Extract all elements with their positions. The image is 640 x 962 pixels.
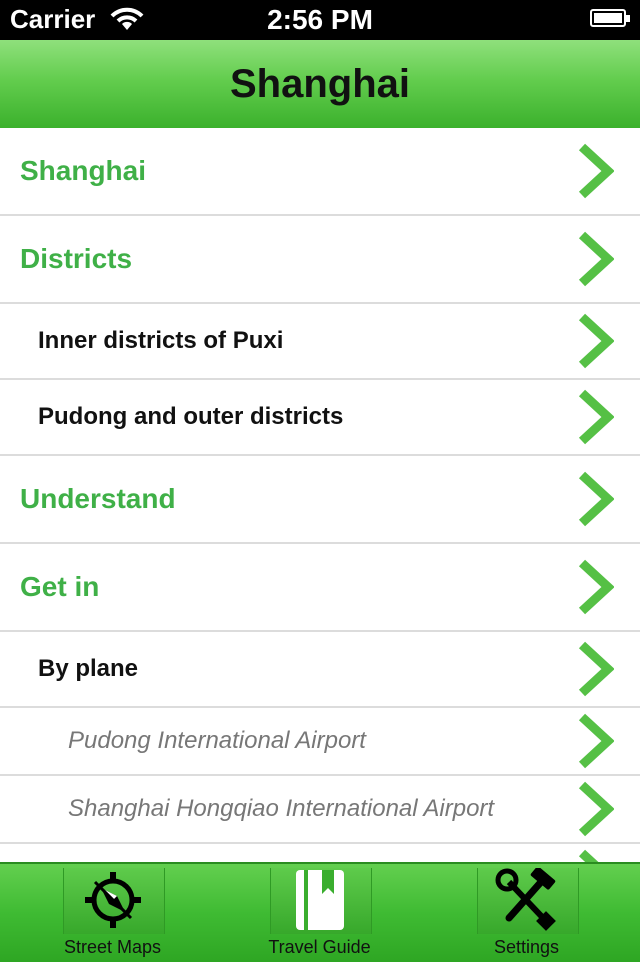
page-title: Shanghai — [229, 62, 411, 106]
chevron-right-icon — [578, 313, 614, 369]
tab-settings[interactable]: Settings — [420, 864, 633, 962]
list-item[interactable]: Understand — [0, 456, 640, 544]
list-item-label: Districts — [20, 243, 133, 274]
list-item-label: Shanghai Hongqiao International Airport — [68, 795, 495, 822]
book-icon — [295, 870, 344, 930]
chevron-right-icon — [578, 849, 600, 863]
list-item-label: Shanghai — [20, 155, 147, 186]
chevron-right-icon — [578, 641, 614, 697]
tab-bar: Street Maps Travel Guide Settings — [0, 862, 640, 962]
chevron-right-icon — [578, 143, 614, 199]
battery-icon — [590, 9, 632, 29]
chevron-right-icon — [578, 471, 614, 527]
list-item[interactable]: Shanghai Hongqiao International Airport — [0, 776, 640, 844]
list-item[interactable] — [0, 844, 640, 863]
chevron-right-icon — [578, 781, 614, 837]
list-item-label: Get in — [20, 571, 100, 602]
list-item-label: Understand — [20, 483, 176, 514]
tools-icon — [495, 868, 556, 931]
navigation-bar: Shanghai — [0, 40, 640, 129]
list-item[interactable]: Pudong International Airport — [0, 708, 640, 776]
list-item-label: By plane — [38, 655, 139, 682]
compass-icon — [84, 872, 141, 928]
list-item[interactable]: Get in — [0, 544, 640, 632]
tab-label: Settings — [493, 937, 560, 957]
chevron-right-icon — [578, 713, 614, 769]
list-item[interactable]: Shanghai — [0, 128, 640, 216]
chevron-right-icon — [578, 231, 614, 287]
tab-travel-guide[interactable]: Travel Guide — [213, 864, 426, 962]
list-item[interactable]: Pudong and outer districts — [0, 380, 640, 456]
list-item[interactable]: Districts — [0, 216, 640, 304]
list-item[interactable]: Inner districts of Puxi — [0, 304, 640, 380]
tab-street-maps[interactable]: Street Maps — [6, 864, 219, 962]
tab-label: Street Maps — [63, 937, 162, 957]
list-item-label: Inner districts of Puxi — [38, 327, 284, 354]
chevron-right-icon — [578, 389, 614, 445]
chevron-right-icon — [578, 559, 614, 615]
status-time: 2:56 PM — [267, 4, 373, 35]
list-item-label: Pudong and outer districts — [38, 403, 344, 430]
tab-label: Travel Guide — [268, 937, 371, 957]
list-item[interactable]: By plane — [0, 632, 640, 708]
guide-section-list[interactable]: Shanghai Districts Inner districts of Pu… — [0, 128, 640, 863]
list-item-label: Pudong International Airport — [68, 727, 366, 754]
status-bar: Carrier 2:56 PM — [0, 0, 640, 40]
